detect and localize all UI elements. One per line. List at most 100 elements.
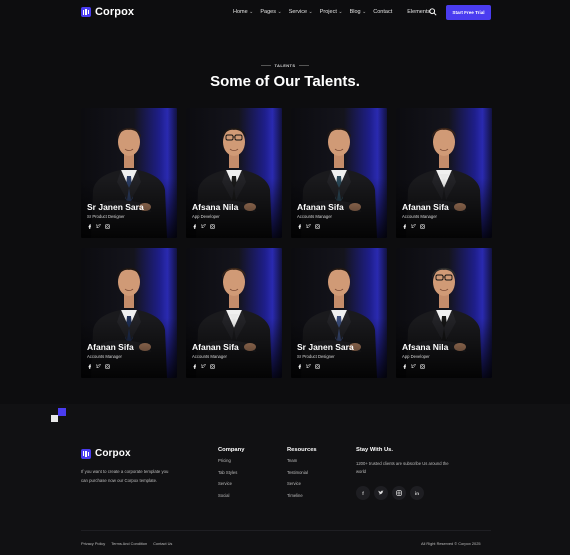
talent-card[interactable]: Sr Janen Sara Sr Product Designer (291, 248, 387, 378)
main-nav: Home ⌄ Pages ⌄ Service ⌄ Project ⌄ Blog ⌄ Con… (233, 9, 436, 15)
talent-role: App Developer (192, 214, 220, 219)
instagram-icon[interactable] (210, 224, 215, 229)
footer-company-column: Company Pricing Tab Styles Service Socia… (218, 447, 244, 504)
footer-linkedin-button[interactable]: in (410, 486, 424, 500)
section-tag: TALENTS (0, 63, 570, 68)
talent-card[interactable]: Afsana Nila App Developer (396, 248, 492, 378)
terms-link[interactable]: Terms And Condition (111, 541, 147, 546)
footer-instagram-button[interactable] (392, 486, 406, 500)
talent-name: Afsana Nila (192, 202, 239, 212)
talent-name: Afanan Sifa (192, 342, 239, 352)
talent-name: Sr Janen Sara (297, 342, 354, 352)
twitter-icon[interactable] (411, 224, 416, 229)
footer-link[interactable]: Pricing (218, 458, 244, 470)
footer-link[interactable]: Service (218, 481, 244, 493)
footer-link[interactable]: Service (287, 481, 317, 493)
nav-label: Home (233, 9, 248, 15)
copyright-text: All Right Reserved © Corpox 2025 (421, 541, 481, 546)
twitter-icon[interactable] (96, 224, 101, 229)
talent-role: Accounts Manager (87, 354, 122, 359)
facebook-icon[interactable] (192, 364, 197, 369)
logo-icon (81, 7, 91, 17)
nav-item-project[interactable]: Project ⌄ (320, 9, 343, 15)
talent-card[interactable]: Afanan Sifa Accounts Manager (186, 248, 282, 378)
twitter-icon[interactable] (411, 364, 416, 369)
footer-logo-text: Corpox (95, 448, 131, 459)
instagram-icon (396, 490, 402, 496)
footer-stay-column: Stay With Us. (356, 447, 393, 458)
instagram-icon[interactable] (105, 364, 110, 369)
footer-link[interactable]: Social (218, 493, 244, 505)
facebook-icon[interactable] (297, 364, 302, 369)
logo-text: Corpox (95, 6, 135, 18)
instagram-icon[interactable] (315, 364, 320, 369)
logo-icon (81, 448, 91, 459)
facebook-icon[interactable] (402, 224, 407, 229)
footer-logo[interactable]: Corpox (81, 448, 131, 459)
nav-item-pages[interactable]: Pages ⌄ (260, 9, 281, 15)
chevron-down-icon: ⌄ (308, 9, 313, 15)
footer-link[interactable]: Team (287, 458, 317, 470)
section-title: Some of Our Talents. (210, 73, 360, 90)
twitter-icon[interactable] (306, 224, 311, 229)
facebook-icon[interactable] (87, 364, 92, 369)
facebook-icon[interactable] (192, 224, 197, 229)
chevron-down-icon: ⌄ (338, 9, 343, 15)
instagram-icon[interactable] (420, 364, 425, 369)
talent-name: Afanan Sifa (402, 202, 449, 212)
nav-item-contact[interactable]: Contact (373, 9, 392, 15)
contact-us-link[interactable]: Contact Us (153, 541, 172, 546)
facebook-icon[interactable] (297, 224, 302, 229)
talent-card[interactable]: Afanan Sifa Accounts Manager (396, 108, 492, 238)
talent-socials (192, 364, 215, 369)
talent-card[interactable]: Afanan Sifa Accounts Manager (291, 108, 387, 238)
decorative-square (58, 408, 66, 416)
twitter-icon[interactable] (201, 224, 206, 229)
footer-link[interactable]: Timeline (287, 493, 317, 505)
footer-resources-column: Resources Team Testimonial Service Timel… (287, 447, 317, 504)
search-icon[interactable] (429, 8, 437, 16)
nav-item-home[interactable]: Home ⌄ (233, 9, 253, 15)
talent-socials (402, 364, 425, 369)
instagram-icon[interactable] (420, 224, 425, 229)
talent-role: App Developer (402, 354, 430, 359)
twitter-icon[interactable] (306, 364, 311, 369)
chevron-down-icon: ⌄ (277, 9, 282, 15)
talent-role: Sr Product Designer (87, 214, 125, 219)
instagram-icon[interactable] (210, 364, 215, 369)
site-logo[interactable]: Corpox (81, 6, 134, 18)
footer-twitter-button[interactable] (374, 486, 388, 500)
footer-facebook-button[interactable]: f (356, 486, 370, 500)
twitter-icon (378, 490, 384, 495)
chevron-down-icon: ⌄ (362, 9, 367, 15)
facebook-icon[interactable] (402, 364, 407, 369)
talent-role: Accounts Manager (402, 214, 437, 219)
instagram-icon[interactable] (105, 224, 110, 229)
nav-label: Project (319, 9, 337, 15)
footer-link[interactable]: Tab Styles (218, 470, 244, 482)
talent-card[interactable]: Afsana Nila App Developer (186, 108, 282, 238)
talent-name: Afsana Nila (402, 342, 449, 352)
linkedin-icon: in (415, 490, 419, 496)
talent-socials (87, 364, 110, 369)
footer-link[interactable]: Testimonial (287, 470, 317, 482)
talent-card[interactable]: Sr Janen Sara Sr Product Designer (81, 108, 177, 238)
facebook-icon[interactable] (87, 224, 92, 229)
footer-description: If you want to create a corporate templa… (81, 469, 169, 483)
facebook-icon: f (362, 490, 364, 496)
nav-item-blog[interactable]: Blog ⌄ (350, 9, 367, 15)
talent-role: Sr Product Designer (297, 354, 335, 359)
footer-stay-text: 1200+ trusted clients are subscribe Us a… (356, 461, 449, 474)
start-free-trial-button[interactable]: Start Free Trial (446, 5, 491, 20)
twitter-icon[interactable] (96, 364, 101, 369)
talent-card[interactable]: Afanan Sifa Accounts Manager (81, 248, 177, 378)
nav-item-service[interactable]: Service ⌄ (289, 9, 313, 15)
nav-label: Elements (407, 9, 431, 15)
instagram-icon[interactable] (315, 224, 320, 229)
nav-label: Pages (260, 9, 276, 15)
talent-socials (402, 224, 425, 229)
twitter-icon[interactable] (201, 364, 206, 369)
talent-socials (297, 364, 320, 369)
talent-socials (192, 224, 215, 229)
privacy-policy-link[interactable]: Privacy Policy (81, 541, 105, 546)
